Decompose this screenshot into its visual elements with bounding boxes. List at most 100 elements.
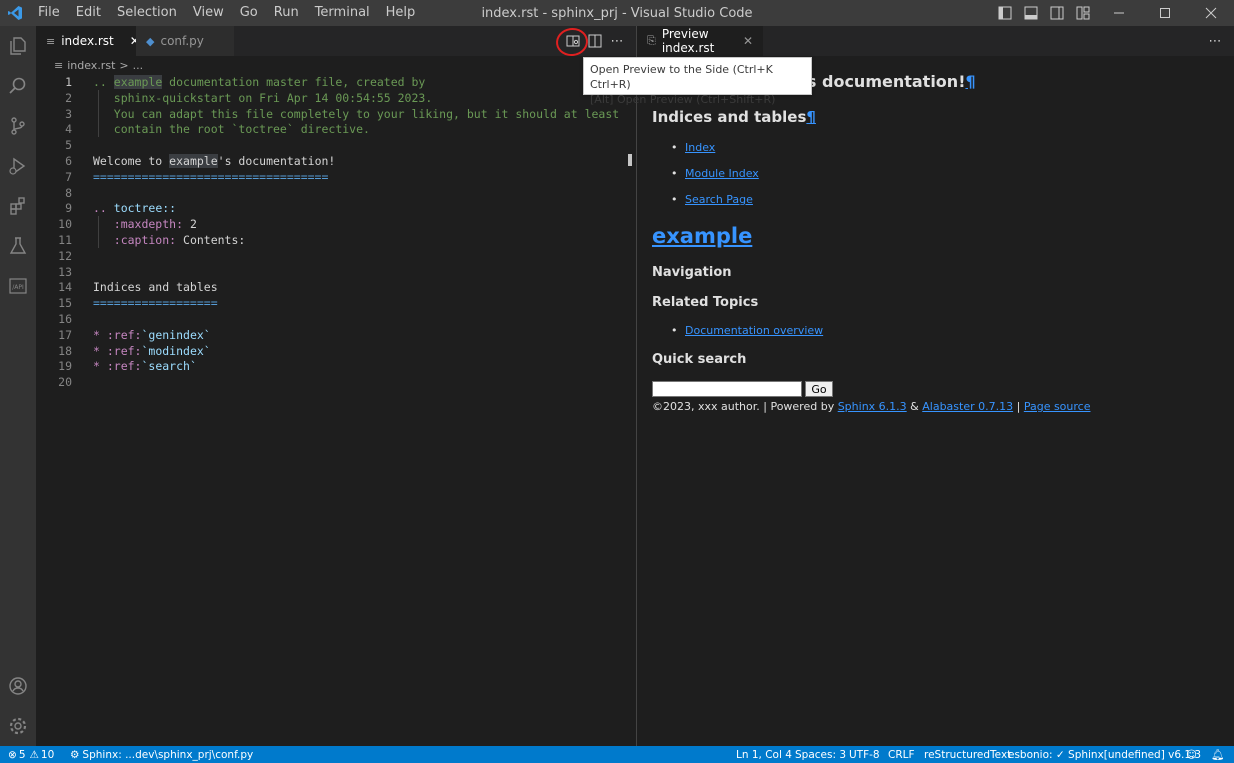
code-token: example — [169, 154, 218, 168]
menu-help[interactable]: Help — [378, 0, 424, 26]
sphinx-link[interactable]: Sphinx 6.1.3 — [838, 400, 907, 413]
code-token: `genindex` — [141, 327, 211, 342]
customize-layout-icon[interactable] — [1070, 0, 1096, 26]
tooltip-line-1: Open Preview to the Side (Ctrl+K Ctrl+R) — [590, 63, 773, 91]
sphinx-config-status[interactable]: ⚙ Sphinx: ...dev\sphinx_prj\conf.py — [70, 746, 253, 763]
project-logo-link[interactable]: example — [652, 224, 752, 248]
code-line[interactable]: 6 Welcome to example's documentation! — [36, 153, 636, 169]
index-link[interactable]: Index — [685, 141, 715, 154]
list-item: Search Page — [671, 193, 753, 206]
pilcrow-link[interactable]: ¶ — [965, 72, 975, 91]
alabaster-link[interactable]: Alabaster 0.7.13 — [922, 400, 1013, 413]
documentation-overview-link[interactable]: Documentation overview — [685, 324, 823, 337]
code-token: documentation master file, created by — [162, 75, 426, 89]
quick-search-input[interactable] — [652, 381, 802, 397]
code-line[interactable]: 14 Indices and tables — [36, 279, 636, 295]
error-count: 5 — [18, 748, 26, 761]
code-line[interactable]: 9.. toctree:: — [36, 200, 636, 216]
code-token: 's documentation! — [217, 154, 336, 168]
line-text: :caption: Contents: — [93, 232, 246, 248]
tab-conf-py[interactable]: ◆ conf.py — [136, 26, 234, 56]
window-title: index.rst - sphinx_prj - Visual Studio C… — [481, 5, 753, 21]
breadcrumb-symbols[interactable]: ... — [133, 59, 144, 72]
module-index-link[interactable]: Module Index — [685, 167, 759, 180]
code-line[interactable]: 10 :maxdepth: 2 — [36, 216, 636, 232]
open-preview-side-icon[interactable] — [562, 30, 584, 52]
tab-index-rst[interactable]: ≡ index.rst ✕ — [36, 26, 140, 56]
manage-gear-icon[interactable] — [0, 708, 36, 744]
explorer-icon[interactable] — [0, 28, 36, 64]
vscode-logo-icon[interactable] — [0, 0, 30, 26]
close-tab-icon[interactable]: ✕ — [743, 34, 753, 48]
run-debug-icon[interactable] — [0, 148, 36, 184]
menu-view[interactable]: View — [185, 0, 232, 26]
language-mode[interactable]: reStructuredText — [924, 746, 1011, 763]
line-number: 18 — [58, 343, 72, 358]
menu-go[interactable]: Go — [232, 0, 266, 26]
page-source-link[interactable]: Page source — [1024, 400, 1091, 413]
code-line[interactable]: 11 :caption: Contents: — [36, 232, 636, 248]
tab-label: Preview index.rst — [661, 27, 715, 55]
line-text: * :ref:`modindex` — [93, 343, 211, 359]
tab-preview-index-rst[interactable]: ⎘ Preview index.rst ✕ — [637, 26, 763, 56]
line-number: 10 — [58, 217, 72, 232]
search-icon[interactable] — [0, 68, 36, 104]
code-line[interactable]: 12 — [36, 248, 636, 264]
problems-status[interactable]: ⊗ 5 ⚠ 10 — [8, 746, 54, 763]
maximize-icon[interactable] — [1142, 0, 1188, 26]
extensions-icon[interactable] — [0, 188, 36, 224]
code-line[interactable]: 19 * :ref:`search` — [36, 358, 636, 374]
code-token: You can adapt this file completely to yo… — [93, 106, 620, 121]
code-line[interactable]: 20 — [36, 374, 636, 390]
notifications-bell-icon[interactable]: 🔔︎ — [1211, 746, 1224, 763]
tab-label: conf.py — [160, 34, 204, 48]
code-token: .. — [93, 75, 114, 89]
api-icon[interactable]: /API — [0, 268, 36, 304]
accounts-icon[interactable] — [0, 668, 36, 704]
code-line[interactable]: 15 ================== — [36, 295, 636, 311]
code-line[interactable]: 7 ================================== — [36, 169, 636, 185]
menu-run[interactable]: Run — [266, 0, 307, 26]
cursor-position[interactable]: Ln 1, Col 4 — [736, 746, 792, 763]
close-window-icon[interactable] — [1188, 0, 1234, 26]
code-line[interactable]: 1.. example documentation master file, c… — [36, 74, 636, 90]
code-token: toctree:: — [113, 201, 177, 216]
code-line[interactable]: 4 contain the root `toctree` directive. — [36, 121, 636, 137]
code-line[interactable]: 3 You can adapt this file completely to … — [36, 106, 636, 122]
pilcrow-link[interactable]: ¶ — [806, 108, 816, 126]
minimize-icon[interactable] — [1096, 0, 1142, 26]
toggle-panel-icon[interactable] — [1018, 0, 1044, 26]
code-line[interactable]: 18 * :ref:`modindex` — [36, 343, 636, 359]
code-line[interactable]: 13 — [36, 264, 636, 280]
breadcrumb-file[interactable]: index.rst — [67, 59, 115, 72]
feedback-icon[interactable]: ☺ — [1186, 746, 1197, 763]
go-button[interactable]: Go — [805, 381, 833, 397]
code-line[interactable]: 8 — [36, 185, 636, 201]
code-line[interactable]: 17 * :ref:`genindex` — [36, 327, 636, 343]
menu-file[interactable]: File — [30, 0, 68, 26]
code-token: :ref: — [106, 343, 142, 358]
more-actions-icon[interactable]: ⋯ — [606, 30, 628, 52]
split-editor-icon[interactable] — [584, 30, 606, 52]
testing-icon[interactable] — [0, 228, 36, 264]
encoding[interactable]: UTF-8 — [849, 746, 880, 763]
source-control-icon[interactable] — [0, 108, 36, 144]
indentation[interactable]: Spaces: 3 — [795, 746, 846, 763]
footer-copyright: ©2023, xxx author. | Powered by — [652, 400, 838, 413]
menu-selection[interactable]: Selection — [109, 0, 185, 26]
menu-terminal[interactable]: Terminal — [307, 0, 378, 26]
list-item: Index — [671, 141, 715, 154]
tab-label: index.rst — [61, 34, 114, 48]
esbonio-status[interactable]: esbonio: ✓ Sphinx[undefined] v6.1.3 — [1008, 746, 1201, 763]
line-ending[interactable]: CRLF — [888, 746, 915, 763]
code-line[interactable]: 2 sphinx-quickstart on Fri Apr 14 00:54:… — [36, 90, 636, 106]
code-line[interactable]: 5 — [36, 137, 636, 153]
search-page-link[interactable]: Search Page — [685, 193, 753, 206]
indices-heading-text: Indices and tables — [652, 108, 807, 126]
scrollbar-cursor-marker[interactable] — [628, 154, 632, 166]
menu-edit[interactable]: Edit — [68, 0, 109, 26]
code-line[interactable]: 16 — [36, 311, 636, 327]
toggle-primary-sidebar-icon[interactable] — [992, 0, 1018, 26]
toggle-secondary-sidebar-icon[interactable] — [1044, 0, 1070, 26]
more-actions-icon[interactable]: ⋯ — [1204, 30, 1226, 52]
